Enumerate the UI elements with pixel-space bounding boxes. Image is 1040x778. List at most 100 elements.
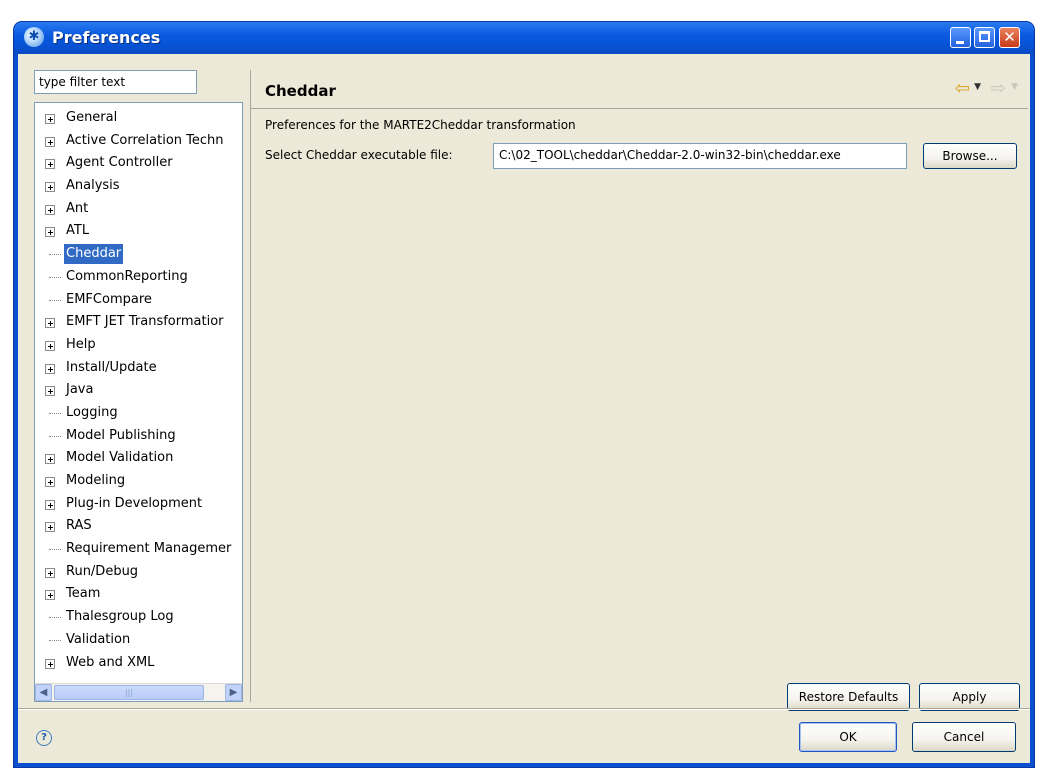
expand-plus-icon[interactable] — [45, 227, 55, 238]
help-icon[interactable]: ? — [36, 730, 52, 746]
tree-item[interactable]: Model Publishing — [35, 425, 242, 448]
tree-item[interactable]: Run/Debug — [35, 561, 242, 584]
tree-item-label: Team — [66, 586, 101, 602]
close-button[interactable]: ✕ — [999, 27, 1020, 48]
page-title: Cheddar — [265, 82, 336, 100]
tree-item-label: Modeling — [66, 473, 126, 488]
tree-item-label: Logging — [66, 404, 118, 420]
tree-item-label: EMFCompare — [66, 291, 152, 307]
close-icon: ✕ — [1003, 28, 1016, 46]
tree-item-label: Web and XML — [66, 654, 155, 670]
tree-connector-line — [49, 299, 61, 301]
expand-plus-icon[interactable] — [45, 658, 55, 669]
executable-file-label: Select Cheddar executable file: — [265, 148, 453, 162]
tree-item[interactable]: Ant — [35, 198, 242, 221]
tree-item[interactable]: General — [35, 107, 242, 130]
tree-item[interactable]: Install/Update — [35, 357, 242, 380]
apply-button[interactable]: Apply — [919, 683, 1020, 711]
filter-input[interactable] — [34, 70, 197, 94]
title-bar[interactable]: ✱ Preferences ✕ — [14, 22, 1034, 54]
tree-item[interactable]: RAS — [35, 515, 242, 538]
expand-plus-icon[interactable] — [45, 454, 55, 465]
app-icon: ✱ — [24, 27, 44, 47]
tree-item[interactable]: ATL — [35, 220, 242, 243]
tree-connector-line — [49, 617, 61, 619]
expand-plus-icon[interactable] — [45, 204, 55, 215]
tree-item[interactable]: Active Correlation Techn — [35, 130, 242, 153]
expand-plus-icon[interactable] — [45, 114, 55, 124]
expand-plus-icon[interactable] — [45, 567, 55, 578]
tree-item-label: Requirement Managemer — [66, 541, 232, 557]
expand-plus-icon[interactable] — [45, 363, 55, 374]
forward-history-dropdown-icon[interactable]: ▼ — [1011, 82, 1018, 92]
expand-plus-icon[interactable] — [45, 477, 55, 487]
tree-items: General Active Correlation Techn Agent Con… — [35, 107, 242, 675]
tree-item[interactable]: Web and XML — [35, 652, 242, 675]
scroll-thumb[interactable]: ||| — [54, 685, 204, 700]
expand-plus-icon[interactable] — [45, 340, 55, 351]
tree-item[interactable]: Model Validation — [35, 447, 242, 470]
forward-arrow-icon[interactable]: ⇨ — [991, 78, 1006, 99]
tree-item-label: Ant — [66, 200, 89, 216]
expand-plus-icon[interactable] — [45, 318, 55, 329]
tree-item[interactable]: Logging — [35, 402, 242, 425]
arrow-left-icon: ◀ — [39, 687, 48, 698]
tree-item[interactable]: Requirement Managemer — [35, 538, 242, 561]
back-arrow-icon[interactable]: ⇦ — [955, 78, 970, 99]
tree-item-label: Plug-in Development — [66, 495, 203, 511]
expand-plus-icon[interactable] — [45, 386, 55, 397]
tree-item[interactable]: Help — [35, 334, 242, 357]
expand-plus-icon[interactable] — [45, 159, 55, 170]
footer-separator — [18, 708, 1030, 710]
tree-item-label: Thalesgroup Log — [66, 609, 174, 625]
page-description: Preferences for the MARTE2Cheddar transf… — [265, 118, 576, 132]
tree-item[interactable]: Team — [35, 583, 242, 606]
page-header: Cheddar ⇦ ▼ ⇨ ▼ — [251, 70, 1028, 109]
expand-plus-icon[interactable] — [45, 182, 55, 193]
restore-defaults-button[interactable]: Restore Defaults — [787, 683, 910, 711]
dialog-client-area: General Active Correlation Techn Agent Con… — [18, 54, 1030, 763]
tree-item-label: Model Validation — [66, 450, 174, 466]
browse-button[interactable]: Browse... — [923, 143, 1017, 169]
tree-connector-line — [49, 412, 61, 414]
tree-item-label: Agent Controller — [66, 155, 173, 171]
expand-plus-icon[interactable] — [45, 590, 55, 601]
tree-item[interactable]: Validation — [35, 629, 242, 652]
expand-plus-icon[interactable] — [45, 522, 55, 533]
tree-item[interactable]: Cheddar — [35, 243, 242, 266]
tree-item[interactable]: EMFT JET Transformatior — [35, 311, 242, 334]
tree-item-label: Active Correlation Techn — [66, 132, 224, 148]
scroll-left-button[interactable]: ◀ — [35, 684, 52, 701]
tree-item-label: Help — [66, 336, 96, 352]
cancel-button[interactable]: Cancel — [912, 722, 1016, 752]
scroll-right-button[interactable]: ▶ — [225, 684, 242, 701]
expand-plus-icon[interactable] — [45, 499, 55, 510]
tree-item[interactable]: Modeling — [35, 470, 242, 493]
tree-item-label: Run/Debug — [66, 563, 139, 579]
back-history-dropdown-icon[interactable]: ▼ — [974, 82, 981, 92]
preference-tree[interactable]: General Active Correlation Techn Agent Con… — [34, 102, 243, 702]
tree-item-label: CommonReporting — [66, 268, 188, 284]
tree-item[interactable]: Thalesgroup Log — [35, 606, 242, 629]
tree-item[interactable]: Plug-in Development — [35, 493, 242, 516]
ok-button[interactable]: OK — [799, 722, 897, 752]
tree-item[interactable]: Java — [35, 379, 242, 402]
minimize-icon — [956, 41, 964, 44]
tree-item-label: ATL — [66, 223, 90, 239]
tree-item-label: General — [66, 110, 118, 125]
minimize-button[interactable] — [950, 27, 971, 48]
tree-item[interactable]: Analysis — [35, 175, 242, 198]
tree-item[interactable]: Agent Controller — [35, 152, 242, 175]
maximize-button[interactable] — [974, 27, 995, 48]
window-title: Preferences — [52, 28, 161, 47]
tree-item[interactable]: EMFCompare — [35, 289, 242, 312]
tree-item[interactable]: CommonReporting — [35, 266, 242, 289]
tree-connector-line — [49, 639, 61, 641]
executable-path-input[interactable]: C:\02_TOOL\cheddar\Cheddar-2.0-win32-bin… — [493, 143, 907, 169]
tree-item-label: Install/Update — [66, 359, 157, 375]
expand-plus-icon[interactable] — [45, 136, 55, 147]
tree-item-label: Validation — [66, 631, 131, 647]
arrow-right-icon: ▶ — [229, 687, 238, 698]
tree-item-label: Java — [66, 382, 94, 398]
tree-horizontal-scrollbar[interactable]: ◀ ||| ▶ — [35, 683, 242, 701]
